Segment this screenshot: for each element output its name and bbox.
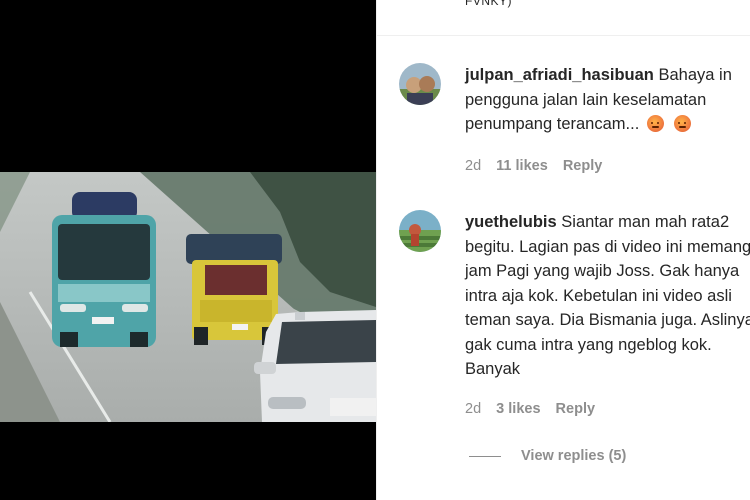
avatar[interactable] bbox=[399, 210, 441, 252]
comment-username[interactable]: yuethelubis bbox=[465, 213, 557, 231]
comment-likes[interactable]: 11 likes bbox=[496, 158, 548, 174]
view-replies-label: View replies (5) bbox=[521, 448, 627, 464]
angry-face-icon bbox=[674, 115, 692, 132]
angry-face-icon bbox=[646, 115, 664, 132]
reply-button[interactable]: Reply bbox=[556, 401, 596, 417]
view-replies-button[interactable]: View replies (5) bbox=[469, 448, 626, 464]
post-caption-tail: FVNKY) bbox=[465, 0, 513, 8]
comment-body: yuethelubis Siantar man mah rata2 begitu… bbox=[465, 210, 750, 382]
car-shape bbox=[254, 310, 376, 422]
comment-time: 2d bbox=[465, 401, 482, 417]
comment-text: Siantar man mah rata2 begitu. Lagian pas… bbox=[465, 213, 750, 378]
comment-username[interactable]: julpan_afriadi_hasibuan bbox=[465, 66, 654, 84]
truck-shape bbox=[186, 234, 282, 345]
comment-meta: 2d 11 likes Reply bbox=[465, 158, 613, 174]
comment-body: julpan_afriadi_hasibuan Bahaya in penggu… bbox=[465, 63, 750, 137]
comment-time: 2d bbox=[465, 158, 482, 174]
view-replies-line bbox=[469, 455, 501, 457]
comments-panel: FVNKY) julpan_afriadi_hasibuan Bahaya in… bbox=[376, 0, 750, 500]
reply-button[interactable]: Reply bbox=[563, 158, 603, 174]
video-frame bbox=[0, 172, 376, 422]
avatar[interactable] bbox=[399, 63, 441, 105]
comment-meta: 2d 3 likes Reply bbox=[465, 401, 606, 417]
bus-shape bbox=[52, 192, 156, 347]
divider bbox=[377, 35, 750, 36]
video-player[interactable] bbox=[0, 0, 376, 500]
comment-likes[interactable]: 3 likes bbox=[496, 401, 540, 417]
